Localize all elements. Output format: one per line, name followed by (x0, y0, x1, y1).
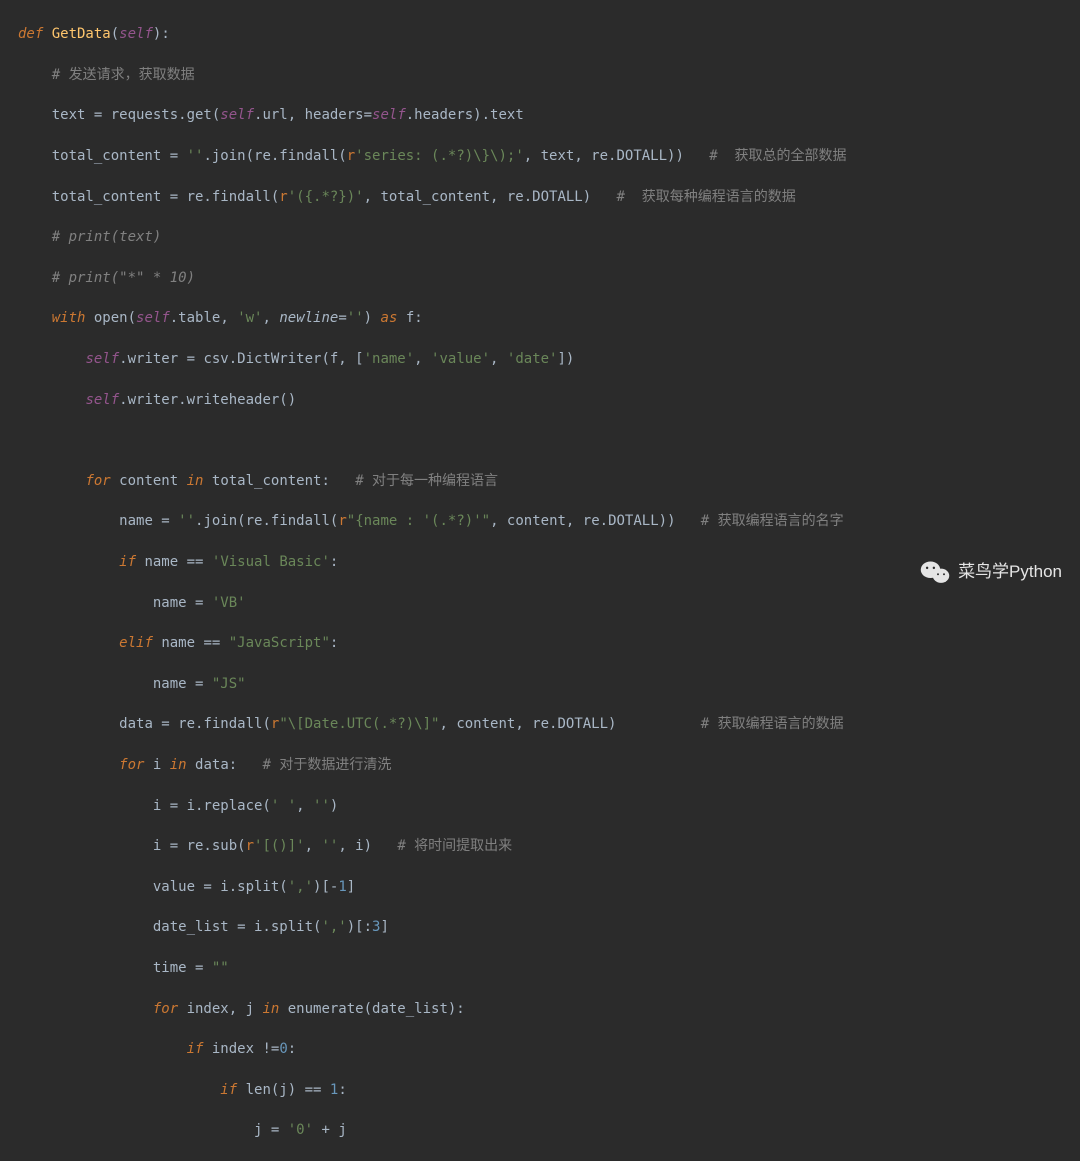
code-line-6: # print(text) (18, 227, 1080, 247)
code-line-7: # print("*" * 10) (18, 268, 1080, 288)
code-line-21: i = re.sub(r'[()]', '', i) # 将时间提取出来 (18, 836, 1080, 856)
code-line-19: for i in data: # 对于数据进行清洗 (18, 755, 1080, 775)
code-line-22: value = i.split(',')[-1] (18, 877, 1080, 897)
code-line-18: data = re.findall(r"\[Date.UTC(.*?)\]", … (18, 714, 1080, 734)
code-line-9: self.writer = csv.DictWriter(f, ['name',… (18, 349, 1080, 369)
watermark-text: 菜鸟学Python (958, 560, 1062, 585)
code-line-25: for index, j in enumerate(date_list): (18, 999, 1080, 1019)
code-line-28: j = '0' + j (18, 1120, 1080, 1140)
code-line-8: with open(self.table, 'w', newline='') a… (18, 308, 1080, 328)
code-line-5: total_content = re.findall(r'({.*?})', t… (18, 187, 1080, 207)
code-line-10: self.writer.writeheader() (18, 390, 1080, 410)
code-block: def GetData(self): # 发送请求，获取数据 text = re… (0, 0, 1080, 1161)
code-line-24: time = "" (18, 958, 1080, 978)
code-line-23: date_list = i.split(',')[:3] (18, 917, 1080, 937)
code-line-11 (18, 430, 1080, 450)
code-line-13: name = ''.join(re.findall(r"{name : '(.*… (18, 511, 1080, 531)
code-line-12: for content in total_content: # 对于每一种编程语… (18, 471, 1080, 491)
code-line-16: elif name == "JavaScript": (18, 633, 1080, 653)
code-line-3: text = requests.get(self.url, headers=se… (18, 105, 1080, 125)
code-line-4: total_content = ''.join(re.findall(r'ser… (18, 146, 1080, 166)
wechat-icon (920, 559, 950, 585)
function-name: GetData (52, 26, 111, 42)
code-line-27: if len(j) == 1: (18, 1080, 1080, 1100)
watermark: 菜鸟学Python (920, 559, 1062, 585)
code-line-20: i = i.replace(' ', '') (18, 796, 1080, 816)
code-line-1: def GetData(self): (18, 24, 1080, 44)
code-line-17: name = "JS" (18, 674, 1080, 694)
code-line-15: name = 'VB' (18, 593, 1080, 613)
code-line-2: # 发送请求，获取数据 (18, 65, 1080, 85)
code-line-26: if index !=0: (18, 1039, 1080, 1059)
